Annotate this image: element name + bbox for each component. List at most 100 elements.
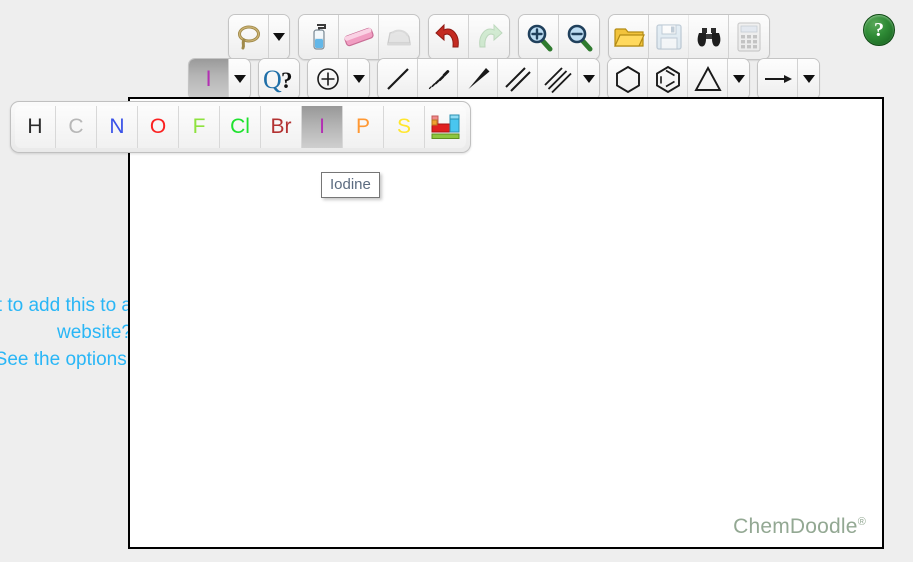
lasso-icon	[237, 25, 260, 50]
open-button[interactable]	[609, 15, 649, 59]
lasso-dropdown[interactable]	[269, 15, 289, 59]
element-button-f[interactable]: F	[179, 106, 220, 148]
triangle-icon	[693, 66, 722, 91]
search-button[interactable]	[689, 15, 729, 59]
chevron-down-icon	[802, 75, 815, 83]
single-bond-tool[interactable]	[378, 59, 418, 99]
triple-bond-icon	[543, 67, 572, 94]
hashed-wedge-bond-icon	[428, 70, 449, 90]
benzene-tool[interactable]	[648, 59, 688, 99]
floppy-disk-icon	[655, 24, 682, 50]
help-button-label: ?	[874, 18, 884, 41]
tooltip: Iodine	[321, 172, 380, 198]
element-label-br: Br	[270, 115, 292, 138]
query-icon: Q ?	[263, 65, 293, 93]
promo-line-3: See the options!	[0, 349, 132, 370]
zoom-group	[518, 14, 600, 60]
folder-icon	[613, 28, 645, 47]
double-bond-icon	[504, 67, 531, 92]
cyclohexane-tool[interactable]	[608, 59, 648, 99]
zoom-out-button[interactable]	[559, 15, 599, 59]
element-label-i: I	[319, 115, 325, 138]
bond-dropdown[interactable]	[578, 59, 599, 99]
zoom-in-button[interactable]	[519, 15, 559, 59]
svg-text:Q: Q	[263, 65, 282, 93]
promo-line-2: website?	[57, 322, 132, 343]
flatten-tool[interactable]	[379, 15, 419, 59]
chemdoodle-watermark: ChemDoodle®	[733, 515, 866, 539]
file-group	[608, 14, 770, 60]
tooltip-text: Iodine	[330, 176, 371, 193]
clear-tool[interactable]	[299, 15, 339, 59]
main-toolbar	[228, 14, 770, 60]
binoculars-icon	[697, 28, 720, 47]
hexagon-icon	[615, 65, 640, 94]
sketcher-canvas[interactable]: ChemDoodle®	[128, 97, 884, 549]
edit-group	[298, 14, 420, 60]
svg-text:?: ?	[281, 68, 293, 93]
element-button-h[interactable]: H	[15, 106, 56, 148]
element-label-p: P	[355, 115, 370, 138]
triple-bond-tool[interactable]	[538, 59, 578, 99]
element-button-br[interactable]: Br	[261, 106, 302, 148]
element-label-f: F	[192, 115, 206, 138]
hash-bond-tool[interactable]	[418, 59, 458, 99]
iron-icon	[387, 29, 411, 46]
element-label-h: H	[27, 115, 43, 138]
arrow-tool[interactable]	[758, 59, 798, 99]
calculate-button[interactable]	[729, 15, 769, 59]
chevron-down-icon	[582, 75, 595, 83]
undo-button[interactable]	[429, 15, 469, 59]
element-button-s[interactable]: S	[384, 106, 425, 148]
spray-bottle-icon	[312, 24, 326, 50]
promo-line-1: Want to add this to a	[0, 295, 132, 316]
element-label-s: S	[396, 115, 411, 138]
periodic-table-button[interactable]	[425, 106, 466, 148]
periodic-table-icon	[431, 114, 459, 139]
chevron-down-icon	[732, 75, 745, 83]
eraser-icon	[343, 27, 374, 47]
double-bond-tool[interactable]	[498, 59, 538, 99]
calculator-icon	[737, 22, 761, 52]
wedge-bond-icon	[468, 68, 489, 89]
charge-group	[307, 58, 370, 100]
arrow-right-icon	[764, 75, 792, 83]
redo-button[interactable]	[469, 15, 509, 59]
charge-dropdown[interactable]	[348, 59, 369, 99]
element-button-cl[interactable]: Cl	[220, 106, 261, 148]
element-button-o[interactable]: O	[138, 106, 179, 148]
promo-text[interactable]: Want to add this to a website? See the o…	[0, 292, 132, 373]
chevron-down-icon	[273, 33, 285, 41]
element-button-i[interactable]: I	[302, 106, 343, 148]
magnifier-plus-icon	[527, 24, 552, 52]
arrow-dropdown[interactable]	[798, 59, 819, 99]
ring-group	[607, 58, 750, 100]
cyclopropane-tool[interactable]	[688, 59, 728, 99]
query-tool[interactable]: Q ?	[259, 59, 299, 99]
element-tool[interactable]: I	[189, 59, 229, 99]
undo-arrow-icon	[434, 23, 459, 48]
wedge-bond-tool[interactable]	[458, 59, 498, 99]
element-button-p[interactable]: P	[343, 106, 384, 148]
help-icon[interactable]: ?	[863, 14, 895, 46]
element-button-c[interactable]: C	[56, 106, 97, 148]
chevron-down-icon	[233, 75, 246, 83]
ring-dropdown[interactable]	[728, 59, 749, 99]
charge-tool[interactable]	[308, 59, 348, 99]
save-button[interactable]	[649, 15, 689, 59]
watermark-text: ChemDoodle	[733, 515, 858, 538]
element-dropdown[interactable]	[229, 59, 250, 99]
lasso-tool[interactable]	[229, 15, 269, 59]
element-button-n[interactable]: N	[97, 106, 138, 148]
atom-group: I	[188, 58, 251, 100]
erase-tool[interactable]	[339, 15, 379, 59]
bond-group	[377, 58, 600, 100]
history-group	[428, 14, 510, 60]
redo-arrow-icon	[479, 23, 503, 48]
arrow-group	[757, 58, 820, 100]
watermark-registered-mark: ®	[857, 516, 866, 528]
element-label-n: N	[109, 115, 125, 138]
element-picker-bar: H C N O F Cl Br I P S	[10, 101, 471, 153]
plus-circle-icon	[316, 68, 339, 90]
benzene-ring-icon	[655, 65, 680, 94]
